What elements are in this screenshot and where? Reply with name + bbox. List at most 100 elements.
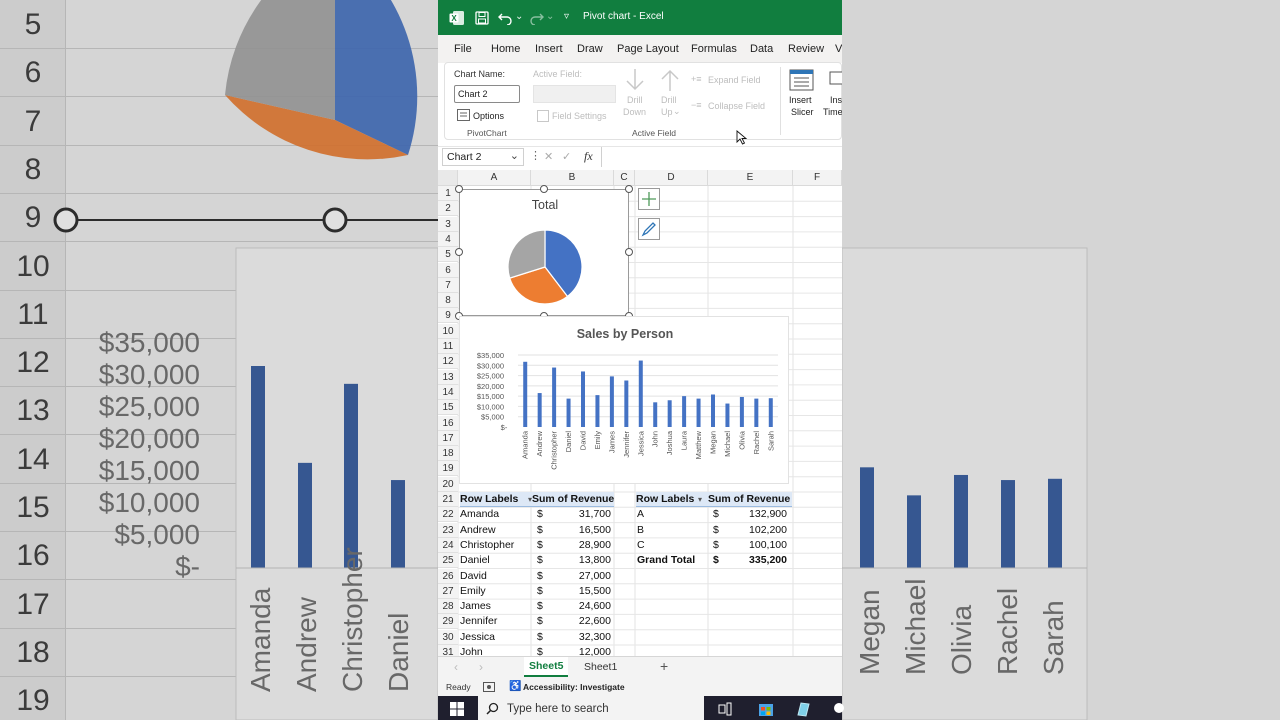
table2-filter-dropdown-icon[interactable]: ▾	[698, 492, 706, 507]
drill-down-icon	[626, 69, 644, 91]
bar-chart-category-label: Olivia	[737, 430, 746, 450]
scroll-right-icon[interactable]: ›	[479, 660, 483, 674]
row-header-14[interactable]: 14	[438, 384, 458, 400]
row-header-15[interactable]: 15	[438, 400, 458, 416]
chart-resize-handle[interactable]	[455, 248, 463, 256]
row-header-21[interactable]: 21	[438, 492, 458, 507]
menu-file[interactable]: File	[454, 43, 472, 55]
accessibility-status[interactable]: Accessibility: Investigate	[523, 682, 625, 692]
sheet-tab-sheet1[interactable]: Sheet1	[578, 657, 622, 677]
table1-currency-symbol: $	[537, 615, 543, 628]
column-header-f[interactable]: F	[793, 170, 842, 186]
column-header-a[interactable]: A	[458, 170, 531, 186]
row-header-13[interactable]: 13	[438, 369, 458, 385]
menu-home[interactable]: Home	[491, 43, 520, 55]
menu-review[interactable]: Review	[788, 43, 824, 55]
bar-chart-object[interactable]: Sales by Person $35,000 $30,000 $25,000 $20…	[459, 316, 789, 484]
menu-data[interactable]: Data	[750, 43, 773, 55]
bar-joshua	[667, 400, 672, 427]
row-header-8[interactable]: 8	[438, 293, 458, 309]
enter-icon[interactable]: ✓	[562, 150, 571, 163]
menu-draw[interactable]: Draw	[577, 43, 603, 55]
row-header-26[interactable]: 26	[438, 568, 458, 584]
redo-dropdown-icon[interactable]: ⌄	[546, 11, 554, 22]
redo-icon[interactable]	[529, 11, 545, 25]
formula-bar-menu-icon[interactable]: ⋮	[530, 149, 541, 162]
row-header-7[interactable]: 7	[438, 277, 458, 293]
cancel-icon[interactable]: ✕	[544, 150, 553, 163]
insert-function-icon[interactable]: fx	[584, 149, 593, 164]
windows-start-icon[interactable]	[450, 702, 464, 716]
row-header-17[interactable]: 17	[438, 430, 458, 446]
menu-formulas[interactable]: Formulas	[691, 43, 737, 55]
scroll-left-icon[interactable]: ‹	[454, 660, 458, 674]
menu-view[interactable]: V	[835, 43, 842, 55]
name-box[interactable]: Chart 2 ⌄	[442, 148, 524, 166]
row-header-30[interactable]: 30	[438, 629, 458, 645]
column-header-b[interactable]: B	[531, 170, 614, 186]
row-header-19[interactable]: 19	[438, 461, 458, 477]
name-box-dropdown-icon[interactable]: ⌄	[510, 149, 519, 162]
bar-chart-category-label: Rachel	[752, 431, 761, 455]
chart-resize-handle[interactable]	[625, 185, 633, 193]
bar-daniel	[566, 398, 571, 427]
row-header-16[interactable]: 16	[438, 415, 458, 431]
row-header-2[interactable]: 2	[438, 201, 458, 217]
row-header-20[interactable]: 20	[438, 476, 458, 492]
drill-down-button[interactable]: Drill	[627, 95, 643, 105]
insert-slicer-button[interactable]: Insert	[789, 95, 812, 105]
column-header-c[interactable]: C	[614, 170, 635, 186]
field-settings-button[interactable]: Field Settings	[552, 111, 607, 121]
menu-page-layout[interactable]: Page Layout	[617, 43, 679, 55]
row-header-24[interactable]: 24	[438, 537, 458, 553]
row-header-10[interactable]: 10	[438, 323, 458, 339]
chart-name-input[interactable]: Chart 2	[454, 85, 520, 103]
notepad-app-icon[interactable]	[795, 701, 811, 717]
row-header-22[interactable]: 22	[438, 507, 458, 523]
undo-icon[interactable]	[497, 11, 513, 25]
chart-resize-handle[interactable]	[625, 248, 633, 256]
sheet-tab-sheet5[interactable]: Sheet5	[524, 657, 568, 677]
row-header-12[interactable]: 12	[438, 354, 458, 370]
background-right-zoom: Megan Michael Olivia Rachel Sarah	[842, 0, 1280, 720]
row-header-6[interactable]: 6	[438, 262, 458, 278]
app-icon-partial[interactable]	[834, 703, 844, 713]
row-header-29[interactable]: 29	[438, 614, 458, 630]
worksheet-grid[interactable]: A B C D E F 1 2 3 4 5 6 7 8 9 10 11 12 13 14 15 16 17 18 1…	[438, 170, 842, 660]
microsoft-store-icon[interactable]	[758, 701, 774, 717]
chart-styles-button[interactable]	[638, 218, 660, 240]
options-button[interactable]: Options	[473, 111, 504, 121]
macro-record-icon[interactable]	[483, 682, 495, 692]
insert-timeline-button[interactable]: Ins	[830, 95, 842, 105]
save-icon[interactable]	[475, 11, 489, 25]
menu-insert[interactable]: Insert	[535, 43, 563, 55]
column-header-e[interactable]: E	[708, 170, 793, 186]
chart-resize-handle[interactable]	[540, 185, 548, 193]
add-sheet-button[interactable]: +	[660, 658, 668, 674]
row-header-4[interactable]: 4	[438, 231, 458, 247]
active-field-input[interactable]	[533, 85, 616, 103]
undo-dropdown-icon[interactable]: ⌄	[515, 11, 523, 22]
row-header-28[interactable]: 28	[438, 599, 458, 615]
row-header-27[interactable]: 27	[438, 583, 458, 599]
pie-chart-object[interactable]: Total	[459, 189, 629, 316]
expand-field-button[interactable]: Expand Field	[708, 75, 761, 85]
formula-input[interactable]	[602, 148, 842, 166]
row-header-3[interactable]: 3	[438, 216, 458, 232]
drill-up-button[interactable]: Drill	[661, 95, 677, 105]
task-view-icon[interactable]	[718, 702, 732, 716]
chart-resize-handle[interactable]	[455, 185, 463, 193]
column-header-d[interactable]: D	[635, 170, 708, 186]
taskbar-search-box[interactable]: Type here to search	[478, 696, 704, 720]
customize-toolbar-icon[interactable]: ▿	[564, 11, 569, 22]
table1-header-row-labels[interactable]: Row Labels	[460, 492, 532, 507]
collapse-field-button[interactable]: Collapse Field	[708, 101, 765, 111]
row-header-25[interactable]: 25	[438, 553, 458, 569]
row-header-18[interactable]: 18	[438, 446, 458, 462]
row-header-23[interactable]: 23	[438, 522, 458, 538]
row-header-11[interactable]: 11	[438, 339, 458, 354]
insert-slicer-icon	[789, 69, 814, 91]
select-all-corner[interactable]	[438, 170, 458, 186]
menu-bar: File Home Insert Draw Page Layout Formul…	[438, 35, 842, 63]
chart-elements-button[interactable]	[638, 188, 660, 210]
